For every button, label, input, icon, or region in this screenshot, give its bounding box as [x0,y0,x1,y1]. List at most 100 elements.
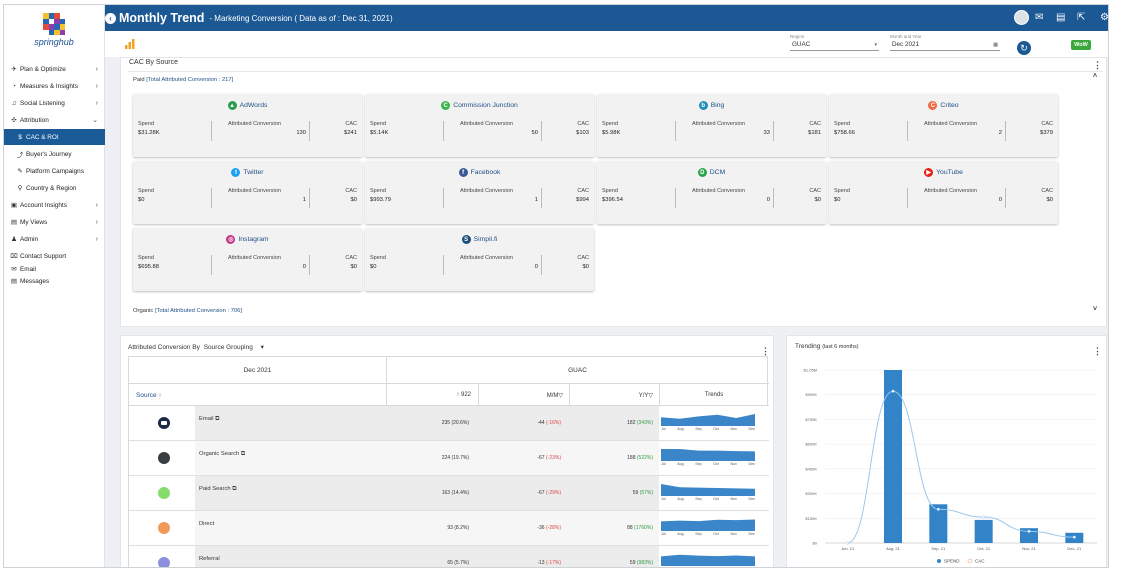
cac-point[interactable] [846,541,850,545]
source-card-twitter[interactable]: t Twitter Spend $0 Attributed Conversion 1 CAC… [133,161,362,224]
cac-panel-title: CAC By Source [129,59,179,66]
sidebar-item-attribution[interactable]: ✣ Attribution ⌄ [4,112,105,128]
cac-point[interactable] [1072,535,1076,539]
source-card-simpli-fi[interactable]: S Simpli.fi Spend $0 Attributed Conversion 0 C… [365,228,594,291]
sidebar-item-cac-roi[interactable]: $ CAC & ROI [4,129,105,145]
mm-column-header[interactable]: M/M▽ [478,392,563,399]
sidebar-item-admin[interactable]: ♟ Admin › [4,231,105,247]
cac-point[interactable] [1027,529,1031,533]
source-name[interactable]: Referral [199,556,220,562]
source-card-facebook[interactable]: f Facebook Spend $993.79 Attributed Conversi… [365,161,594,224]
source-card-youtube[interactable]: ▶ YouTube Spend $0 Attributed Conversion 0 CAC… [829,161,1058,224]
refresh-button[interactable]: ↻ [1017,41,1031,55]
sidebar-item-messages[interactable]: ▤ Messages [4,275,105,287]
table-row[interactable]: Paid Search ⧉ 163 (14.4%) -67 (-29%) 59 (57… [129,476,769,511]
source-card-bing[interactable]: b Bing Spend $5.98K Attributed Conversion 33 C… [597,94,826,157]
sidebar-item-plan-optimize[interactable]: ✈ Plan & Optimize › [4,61,105,77]
table-row[interactable]: Email ⧉ 235 (20.6%) -44 (-16%) 182 (343%) Ju… [129,406,769,441]
total-value: 224 [441,455,451,461]
spend-cell: Spend $5.14K [370,121,440,141]
sidebar-item-label: Buyer's Journey [26,150,72,158]
cac-point[interactable] [936,507,940,511]
spend-cell: Spend $695.88 [138,255,208,275]
yy-percent: (343%) [636,420,653,426]
source-card-commission-junction[interactable]: C Commission Junction Spend $5.14K Attribute… [365,94,594,157]
export-icon[interactable]: ⇱ [1077,12,1085,23]
month-label: Aug [677,532,684,536]
total-percent: (5.7%) [454,560,469,566]
chevron-down-icon[interactable]: ˅ [1093,306,1097,313]
spend-value: $31.28K [138,130,160,136]
cac-value: $241 [344,130,357,136]
sidebar-item-my-views[interactable]: ▤ My Views › [4,214,105,230]
source-card-adwords[interactable]: ▲ AdWords Spend $31.28K Attributed Conversio… [133,94,362,157]
card-header: b Bing [597,101,826,110]
user-icon: ♟ [11,236,17,243]
source-card-instagram[interactable]: ◎ Instagram Spend $695.88 Attributed Convers… [133,228,362,291]
month-label: Dec [749,567,755,568]
table-row[interactable]: Referral65 (5.7%)-13 (-17%)59 (983%)JulA… [129,546,769,568]
table-row[interactable]: Direct 93 (8.2%) -36 (-28%) 88 (1760%) Jul Au… [129,511,769,546]
month-label: Nov [730,427,737,431]
grouping-select[interactable]: Source Grouping ▾ [204,344,264,351]
conversion-cell: Attributed Conversion 1 [443,188,538,208]
organic-header[interactable]: Organic [Total Attributed Conversion : 7… [133,308,242,314]
conversion-label: Attributed Conversion [228,121,281,127]
source-name[interactable]: Email ⧉ [199,416,219,423]
table-row[interactable]: Organic Search ⧉ 224 (19.7%) -67 (-23%) 188… [129,441,769,476]
back-icon[interactable]: ‹ [105,12,116,24]
source-name[interactable]: Paid Search ⧉ [199,486,236,493]
source-name[interactable]: Organic Search ⧉ [199,451,245,458]
conversion-cell: Attributed Conversion 130 [211,121,306,141]
cac-value: $0 [350,264,357,270]
logo: springhub [4,5,104,55]
conversion-cell: Attributed Conversion 0 [211,255,306,275]
cac-point[interactable] [891,389,895,393]
sidebar-item-country-region[interactable]: ⚲ Country & Region [4,180,105,196]
source-card-dcm[interactable]: D DCM Spend $396.54 Attributed Conversion 0 CA… [597,161,826,224]
source-column-header[interactable]: Source ↑ [136,392,162,399]
attributed-conversion-panel: Attributed Conversion By Source Grouping… [120,335,774,568]
avatar[interactable] [1014,10,1029,25]
spend-value: $0 [370,264,377,270]
chat-icon[interactable]: ▤ [1056,12,1065,23]
yy-column-header[interactable]: Y/Y▽ [569,392,653,399]
organic-label: Organic [133,308,154,314]
region-select[interactable]: Region GUAC ▾ [790,34,879,51]
chevron-up-icon[interactable]: ˄ [1093,73,1097,80]
source-card-criteo[interactable]: C Criteo Spend $758.66 Attributed Conversion… [829,94,1058,157]
sidebar-item-social-listening[interactable]: ♫ Social Listening › [4,95,105,111]
cac-point[interactable] [982,515,986,519]
sidebar-item-platform-campaigns[interactable]: ✎ Platform Campaigns [4,163,105,179]
spend-value: $5.98K [602,130,621,136]
gear-icon[interactable]: ⚙ [1100,12,1108,23]
spend-bar[interactable] [974,519,993,543]
sidebar-item-label: Messages [20,277,50,285]
paid-header[interactable]: Paid [Total Attributed Conversion : 217] [133,77,233,83]
sidebar-item-buyer-s-journey[interactable]: ⤴ Buyer's Journey [4,146,105,162]
source-name[interactable]: Direct [199,521,214,527]
trend-sparkline: Jul Aug Sep Oct Nov Dec [661,410,755,436]
source-name: Criteo [940,102,959,109]
sidebar-item-contact-support[interactable]: ⌧ Contact Support [4,248,105,264]
wow-badge[interactable]: WoW [1071,40,1091,50]
month-picker[interactable]: Month and Year Dec 2021 ▦ [890,34,1000,51]
cac-label: CAC [345,121,357,127]
sidebar-item-measures-insights[interactable]: ◔ Measures & Insights › [4,78,105,94]
mm-percent: (-28%) [545,525,561,531]
total-column-header[interactable]: ↑ 922 [386,392,471,398]
springhub-logo-icon [43,13,65,35]
envelope-icon[interactable]: ✉ [1035,12,1043,23]
sidebar-item-email[interactable]: ✉ Email [4,263,105,275]
source-name: YouTube [936,169,963,176]
sidebar-item-account-insights[interactable]: ▣ Account Insights › [4,197,105,213]
source-color-dot [158,557,170,567]
conversion-label: Attributed Conversion [924,188,977,194]
chevron-icon: › [95,201,98,209]
mm-cell: -44 (-16%) [469,420,561,426]
more-icon[interactable]: ⋮ [1093,60,1102,71]
conversion-label: Attributed Conversion [460,121,513,127]
chevron-down-icon: ▾ [874,42,877,48]
chevron-icon: › [95,65,98,73]
chevron-icon: › [95,218,98,226]
